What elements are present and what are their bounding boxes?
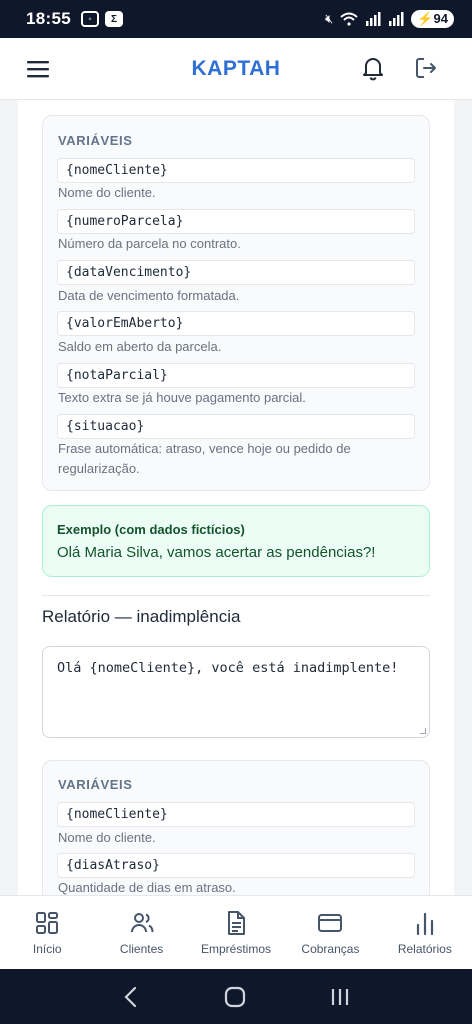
nav-item-relatorios[interactable]: Relatórios xyxy=(378,896,472,969)
variable-code: {nomeCliente} xyxy=(57,158,415,183)
variable-code: {diasAtraso} xyxy=(57,853,415,878)
wifi-icon xyxy=(340,12,359,26)
menu-icon[interactable] xyxy=(24,55,52,83)
bottom-nav: Início Clientes Empréstimos Cobranças Re… xyxy=(0,895,472,969)
nav-label: Clientes xyxy=(119,942,164,956)
users-icon xyxy=(130,913,154,933)
app-title: KAPTAH xyxy=(191,56,281,80)
variable-code: {nomeCliente} xyxy=(57,802,415,827)
mute-icon: 🔇︎ xyxy=(325,11,334,26)
home-icon[interactable] xyxy=(224,986,246,1008)
template-text: Olá {nomeCliente}, você está inadimplent… xyxy=(57,660,399,676)
resize-handle[interactable] xyxy=(420,728,426,734)
variable-desc: Quantidade de dias em atraso. xyxy=(58,880,236,895)
grid-icon xyxy=(36,912,59,934)
variable-desc: Data de vencimento formatada. xyxy=(58,288,240,303)
nav-label: Cobranças xyxy=(301,942,360,956)
variable-desc: Nome do cliente. xyxy=(58,830,156,845)
variables-panel-2: VARIÁVEIS {nomeCliente} Nome do cliente.… xyxy=(42,760,430,895)
nav-label: Relatórios xyxy=(397,942,452,956)
variables-panel: VARIÁVEIS {nomeCliente} Nome do cliente.… xyxy=(42,115,430,491)
variable-code: {notaParcial} xyxy=(57,363,415,388)
signal-icon-2 xyxy=(389,12,404,26)
section-divider xyxy=(42,595,430,596)
nav-label: Início xyxy=(32,942,62,956)
bell-icon[interactable] xyxy=(359,54,387,82)
sigma-icon: Σ xyxy=(104,11,123,27)
variables-title: VARIÁVEIS xyxy=(58,133,133,148)
variables-title: VARIÁVEIS xyxy=(58,777,133,792)
variable-desc-line: Frase automática: atraso, vence hoje ou … xyxy=(58,441,351,456)
nav-item-inicio[interactable]: Início xyxy=(0,896,94,969)
battery-indicator: ⚡94 xyxy=(411,10,454,28)
screenshot-icon: ◦ xyxy=(80,11,99,27)
nav-item-emprestimos[interactable]: Empréstimos xyxy=(189,896,283,969)
variable-code: {valorEmAberto} xyxy=(57,311,415,336)
variable-code: {dataVencimento} xyxy=(57,260,415,285)
variable-desc-line: regularização. xyxy=(58,461,140,476)
nav-item-clientes[interactable]: Clientes xyxy=(94,896,188,969)
main-content: VARIÁVEIS {nomeCliente} Nome do cliente.… xyxy=(18,100,454,895)
status-bar: 18:55 ◦ Σ 🔇︎ ⚡94 xyxy=(0,0,472,38)
variable-desc: Texto extra se já houve pagamento parcia… xyxy=(58,390,306,405)
bar-chart-icon xyxy=(416,912,433,936)
variable-desc: Nome do cliente. xyxy=(58,185,156,200)
variable-desc: Frase automática: atraso, vence hoje ou … xyxy=(58,439,416,479)
variable-code: {situacao} xyxy=(57,414,415,439)
recents-icon[interactable] xyxy=(329,986,351,1008)
document-icon xyxy=(228,911,246,935)
variable-code: {numeroParcela} xyxy=(57,209,415,234)
back-icon[interactable] xyxy=(121,986,141,1008)
battery-level: 94 xyxy=(433,11,448,26)
app-header: KAPTAH xyxy=(0,38,472,100)
example-panel: Exemplo (com dados fictícios) Olá Maria … xyxy=(42,505,430,577)
example-text: Olá Maria Silva, vamos acertar as pendên… xyxy=(57,544,376,561)
signal-icon xyxy=(366,12,381,26)
logout-icon[interactable] xyxy=(412,54,440,82)
example-title: Exemplo (com dados fictícios) xyxy=(57,522,245,537)
system-nav-bar xyxy=(0,969,472,1024)
status-time: 18:55 xyxy=(26,9,71,28)
nav-label: Empréstimos xyxy=(201,942,272,956)
nav-item-cobrancas[interactable]: Cobranças xyxy=(283,896,377,969)
template-textarea[interactable]: Olá {nomeCliente}, você está inadimplent… xyxy=(42,646,430,738)
section-title: Relatório — inadimplência xyxy=(42,607,241,626)
variable-desc: Saldo em aberto da parcela. xyxy=(58,339,222,354)
card-icon xyxy=(318,914,343,932)
variable-desc: Número da parcela no contrato. xyxy=(58,236,241,251)
